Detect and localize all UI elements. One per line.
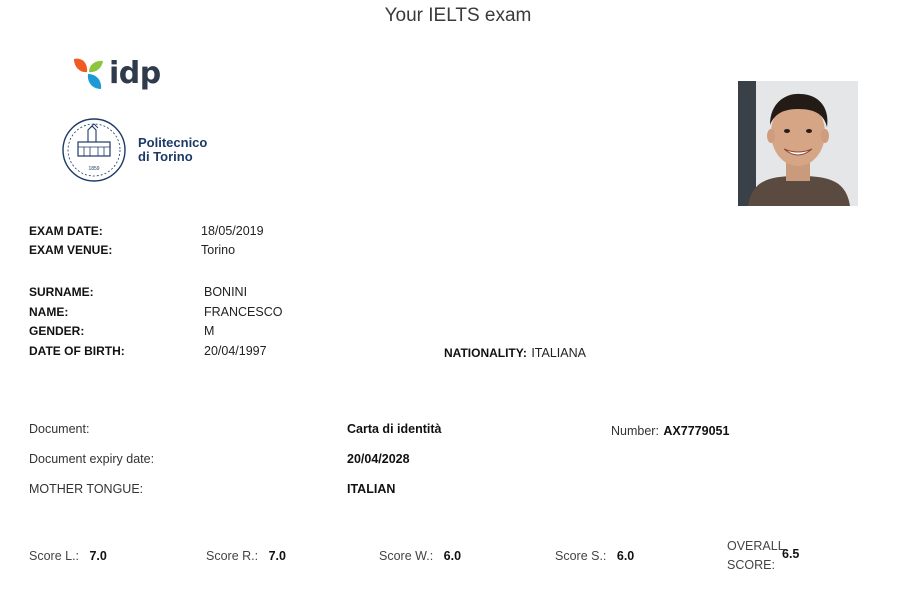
- score-listening-label: Score L.:: [29, 549, 80, 563]
- gender-value: M: [204, 324, 215, 338]
- surname-label: SURNAME:: [29, 285, 94, 299]
- idp-logo: idp: [70, 55, 161, 91]
- exam-venue-value: Torino: [201, 243, 236, 257]
- document-label: Document:: [29, 422, 90, 436]
- score-overall-label-line1: OVERALL: [727, 539, 785, 553]
- polito-wordmark: Politecnico di Torino: [138, 136, 207, 164]
- polito-seal-icon: 1859: [62, 118, 126, 182]
- document-number-value: AX7779051: [663, 424, 730, 438]
- mother-tongue-label: MOTHER TONGUE:: [29, 482, 144, 496]
- nationality-value: ITALIANA: [531, 346, 586, 360]
- document-number-field: Number: AX7779051: [611, 422, 729, 440]
- page-title: Your IELTS exam: [384, 5, 532, 26]
- score-speaking-label: Score S.:: [555, 549, 607, 563]
- polito-line1: Politecnico: [138, 135, 208, 150]
- document-value: Carta di identità: [347, 422, 442, 436]
- score-overall-value: 6.5: [782, 547, 800, 561]
- score-writing-value: 6.0: [443, 549, 462, 563]
- score-listening: Score L.: 7.0: [29, 547, 107, 565]
- exam-date-value: 18/05/2019: [201, 224, 264, 238]
- nationality-label: NATIONALITY:: [444, 346, 527, 360]
- document-number-label: Number:: [611, 424, 659, 438]
- polito-line2: di Torino: [138, 149, 193, 164]
- dob-label: DATE OF BIRTH:: [29, 344, 125, 358]
- score-listening-value: 7.0: [89, 549, 107, 563]
- dob-value: 20/04/1997: [204, 344, 267, 358]
- idp-wordmark: idp: [109, 55, 161, 91]
- score-overall: OVERALL SCORE:: [727, 537, 785, 575]
- polito-logo: 1859 Politecnico di Torino: [58, 116, 207, 184]
- score-overall-label-line2: SCORE:: [727, 558, 775, 572]
- gender-label: GENDER:: [29, 324, 85, 338]
- score-writing-label: Score W.:: [379, 549, 434, 563]
- exam-venue-label: EXAM VENUE:: [29, 243, 113, 257]
- document-expiry-value: 20/04/2028: [347, 452, 410, 466]
- candidate-photo: [738, 81, 858, 206]
- score-reading-label: Score R.:: [206, 549, 259, 563]
- score-reading-value: 7.0: [268, 549, 286, 563]
- exam-date-label: EXAM DATE:: [29, 224, 103, 238]
- score-speaking: Score S.: 6.0: [555, 547, 634, 565]
- score-writing: Score W.: 6.0: [379, 547, 461, 565]
- score-reading: Score R.: 7.0: [206, 547, 286, 565]
- surname-value: BONINI: [204, 285, 248, 299]
- polito-seal-year: 1859: [88, 166, 99, 172]
- nationality-field: NATIONALITY: ITALIANA: [444, 344, 586, 362]
- score-speaking-value: 6.0: [616, 549, 635, 563]
- name-value: FRANCESCO: [204, 305, 283, 319]
- idp-pinwheel-icon: [74, 58, 103, 89]
- name-label: NAME:: [29, 305, 69, 319]
- document-expiry-label: Document expiry date:: [29, 452, 155, 466]
- mother-tongue-value: ITALIAN: [347, 482, 396, 496]
